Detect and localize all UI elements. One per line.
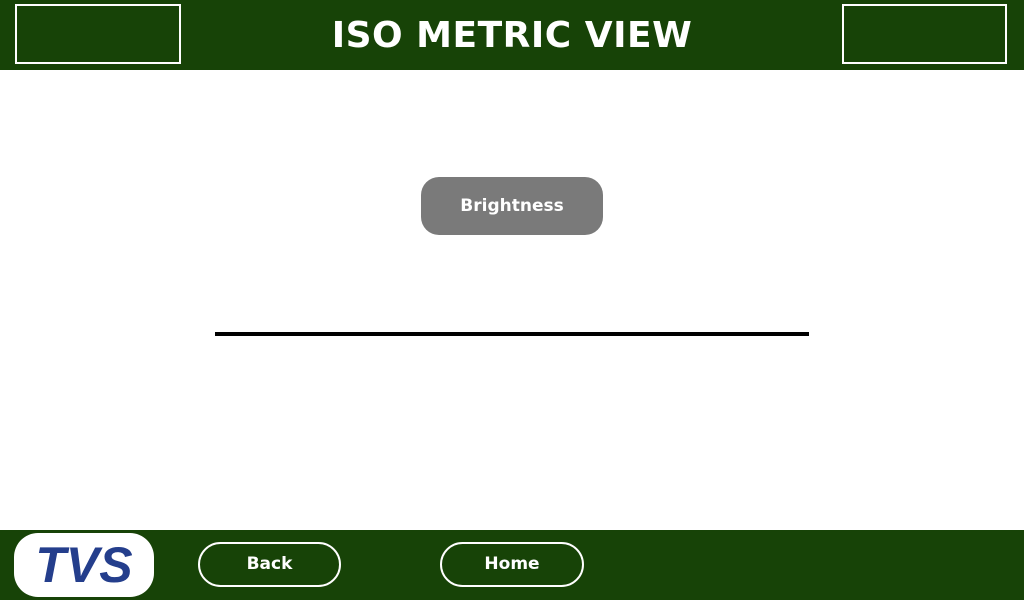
- tvs-logo: TVS: [14, 533, 154, 597]
- logo-text: TVS: [35, 537, 132, 593]
- header-bar: ISO METRIC VIEW: [0, 0, 1024, 70]
- brightness-button[interactable]: Brightness: [421, 177, 603, 235]
- home-button[interactable]: Home: [440, 542, 584, 587]
- screen: ISO METRIC VIEW Brightness TVS Back Home: [0, 0, 1024, 600]
- back-button[interactable]: Back: [198, 542, 341, 587]
- header-right-box[interactable]: [842, 4, 1007, 64]
- brightness-slider-track[interactable]: [215, 332, 809, 336]
- footer-bar: TVS Back Home: [0, 530, 1024, 600]
- tvs-logo-graphic: TVS: [35, 537, 132, 593]
